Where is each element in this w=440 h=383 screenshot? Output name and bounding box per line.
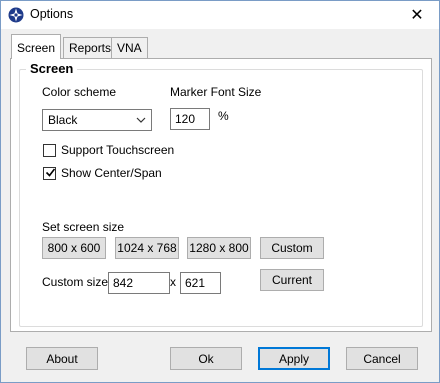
custom-size-button[interactable]: Custom — [260, 237, 324, 259]
center-span-label: Show Center/Span — [61, 166, 162, 180]
tab-screen-label: Screen — [17, 41, 56, 55]
ok-button[interactable]: Ok — [170, 347, 242, 370]
about-button[interactable]: About — [26, 347, 98, 370]
set-screen-size-label: Set screen size — [42, 220, 125, 234]
title-bar: Options ✕ — [1, 1, 439, 29]
custom-width-input[interactable]: 842 — [108, 272, 170, 294]
close-button[interactable]: ✕ — [395, 1, 439, 29]
screen-groupbox: Screen Color scheme Black Marker Font Si… — [19, 61, 423, 327]
custom-size-label: Custom size: — [42, 275, 112, 289]
custom-size-x: x — [170, 275, 176, 289]
center-span-checkbox[interactable] — [43, 167, 56, 180]
screen-tab-panel: Screen Color scheme Black Marker Font Si… — [10, 58, 432, 332]
color-scheme-label: Color scheme — [42, 85, 117, 99]
app-logo-icon — [8, 7, 24, 23]
size-1280x800-button[interactable]: 1280 x 800 — [187, 237, 251, 259]
checkmark-icon — [45, 168, 56, 177]
tab-vna[interactable]: VNA — [111, 37, 148, 58]
tab-screen[interactable]: Screen — [11, 34, 62, 59]
options-dialog: Options ✕ Screen Reports VNA Screen Colo… — [0, 0, 440, 383]
screen-group-title: Screen — [26, 61, 78, 76]
cancel-button[interactable]: Cancel — [346, 347, 418, 370]
touchscreen-checkbox[interactable] — [43, 144, 56, 157]
size-800x600-button[interactable]: 800 x 600 — [42, 237, 106, 259]
color-scheme-select[interactable]: Black — [42, 109, 152, 131]
current-size-button[interactable]: Current — [260, 269, 324, 291]
close-icon: ✕ — [410, 7, 424, 24]
marker-font-unit: % — [218, 109, 229, 123]
marker-font-label: Marker Font Size — [170, 85, 262, 99]
size-1024x768-button[interactable]: 1024 x 768 — [115, 237, 179, 259]
custom-height-input[interactable]: 621 — [180, 272, 221, 294]
tab-vna-label: VNA — [117, 41, 142, 55]
touchscreen-label: Support Touchscreen — [61, 143, 175, 157]
tab-reports[interactable]: Reports — [63, 37, 118, 58]
chevron-down-icon — [136, 117, 146, 123]
tab-reports-label: Reports — [69, 41, 112, 55]
apply-button[interactable]: Apply — [258, 347, 330, 370]
marker-font-input[interactable]: 120 — [170, 108, 210, 130]
color-scheme-value: Black — [48, 113, 78, 127]
window-title: Options — [30, 7, 74, 21]
